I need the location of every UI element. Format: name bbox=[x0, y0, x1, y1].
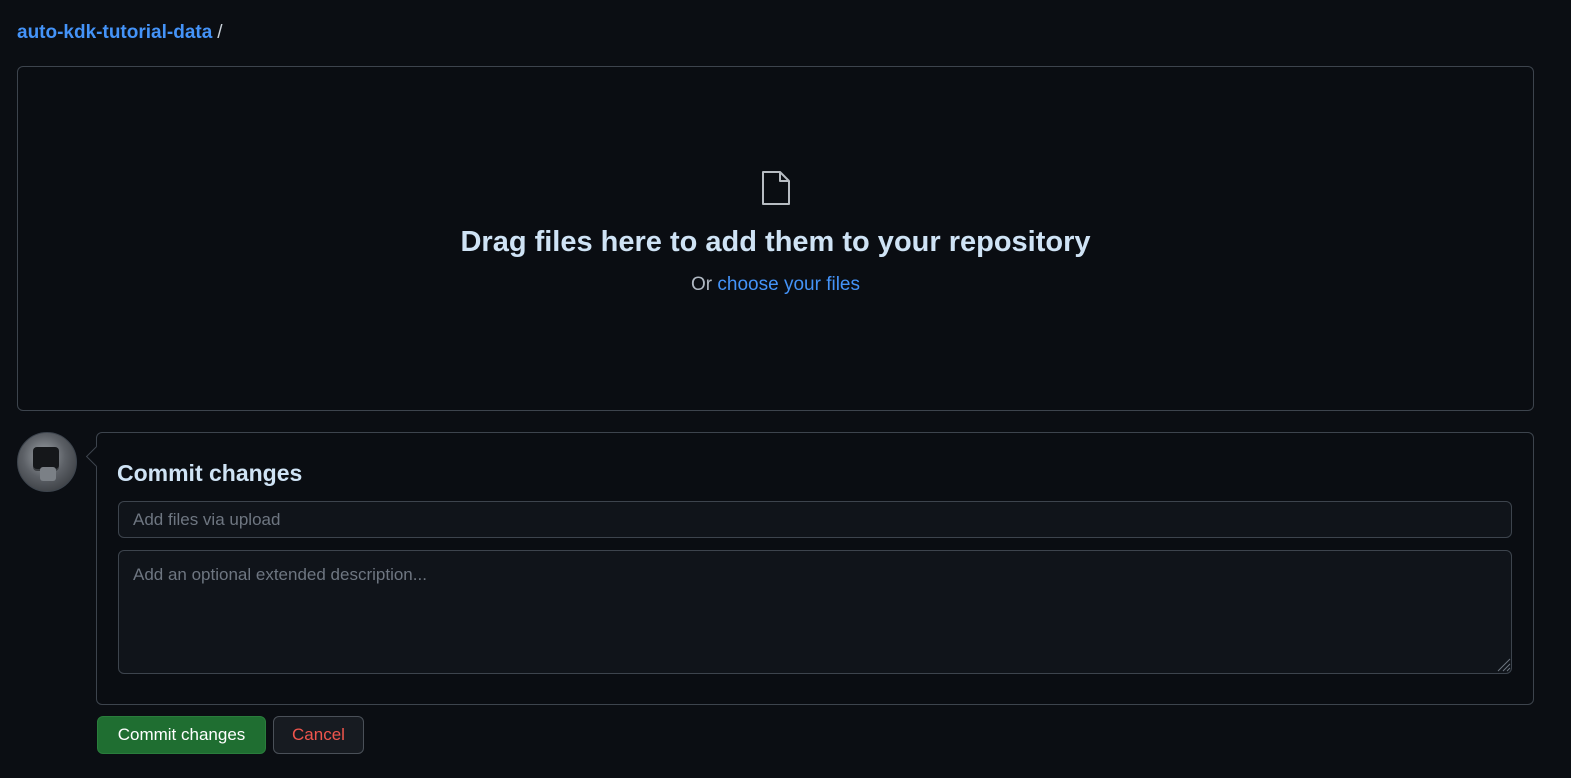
commit-description-textarea[interactable] bbox=[118, 550, 1512, 674]
cancel-button[interactable]: Cancel bbox=[273, 716, 364, 754]
commit-summary-input[interactable] bbox=[118, 501, 1512, 538]
commit-form-title: Commit changes bbox=[117, 460, 303, 486]
dropzone-headline: Drag files here to add them to your repo… bbox=[460, 226, 1091, 258]
avatar-keycap-top bbox=[33, 447, 59, 469]
commit-form: Commit changes bbox=[85, 432, 1534, 705]
breadcrumb: auto-kdk-tutorial-data / bbox=[17, 21, 223, 45]
commit-changes-button[interactable]: Commit changes bbox=[97, 716, 266, 754]
upload-page: auto-kdk-tutorial-data / Drag files here … bbox=[0, 0, 1571, 778]
file-dropzone[interactable]: Drag files here to add them to your repo… bbox=[17, 66, 1534, 411]
resize-handle-icon[interactable] bbox=[1497, 658, 1511, 672]
avatar bbox=[17, 432, 77, 492]
repo-link[interactable]: auto-kdk-tutorial-data bbox=[17, 22, 212, 43]
breadcrumb-separator: / bbox=[217, 22, 223, 43]
commit-form-pointer bbox=[85, 445, 108, 468]
dropzone-subline: Or choose your files bbox=[18, 273, 1533, 297]
file-icon bbox=[762, 171, 790, 205]
choose-files-link[interactable]: choose your files bbox=[717, 274, 860, 295]
avatar-keycap-stem bbox=[40, 467, 56, 481]
dropzone-prefix: Or bbox=[691, 274, 713, 295]
